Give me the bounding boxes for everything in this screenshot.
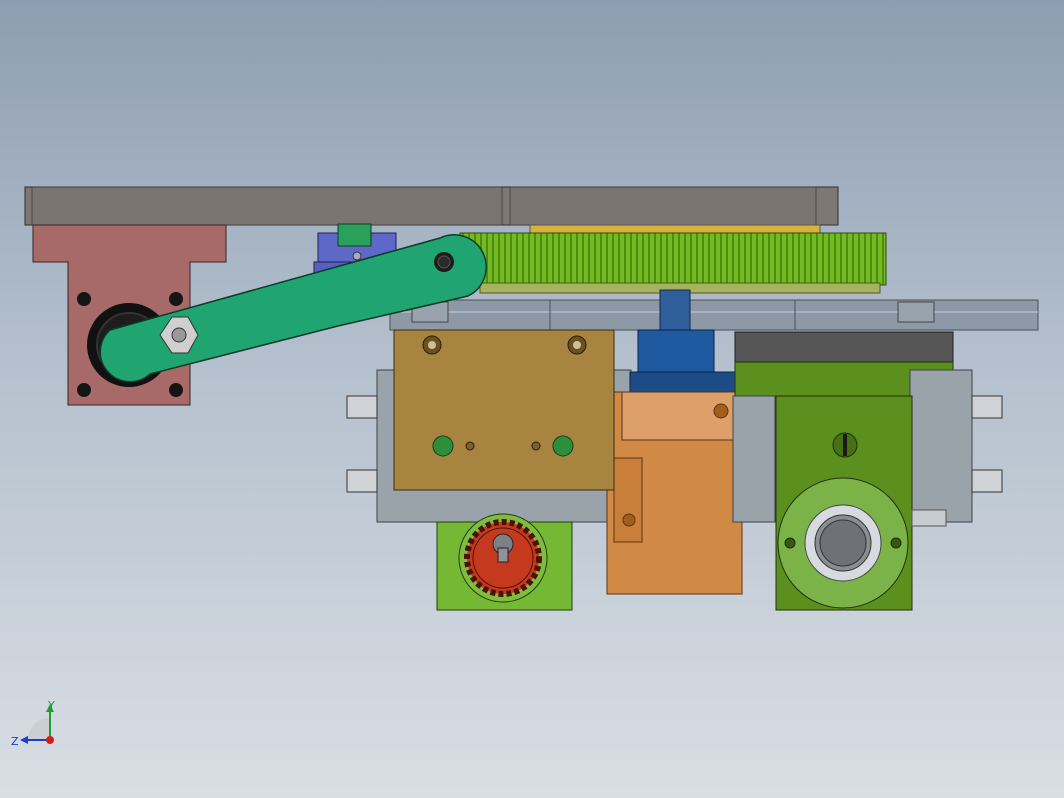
coordinate-triad: Y Z (11, 700, 55, 748)
large-spur-gear (459, 224, 887, 294)
small-spur-gear (436, 513, 573, 611)
z-axis-label: Z (11, 735, 19, 748)
cad-viewport[interactable]: Y Z (0, 0, 1064, 798)
tan-mounting-block (393, 329, 615, 491)
guide-rail (389, 299, 1039, 331)
gearbox-housing (732, 331, 1003, 611)
mechanism-assembly (24, 186, 1039, 611)
vertical-shaft (659, 289, 691, 331)
coupling (629, 329, 736, 397)
motor-body (606, 391, 743, 595)
top-plate (24, 186, 839, 226)
y-axis-label: Y (47, 700, 55, 712)
